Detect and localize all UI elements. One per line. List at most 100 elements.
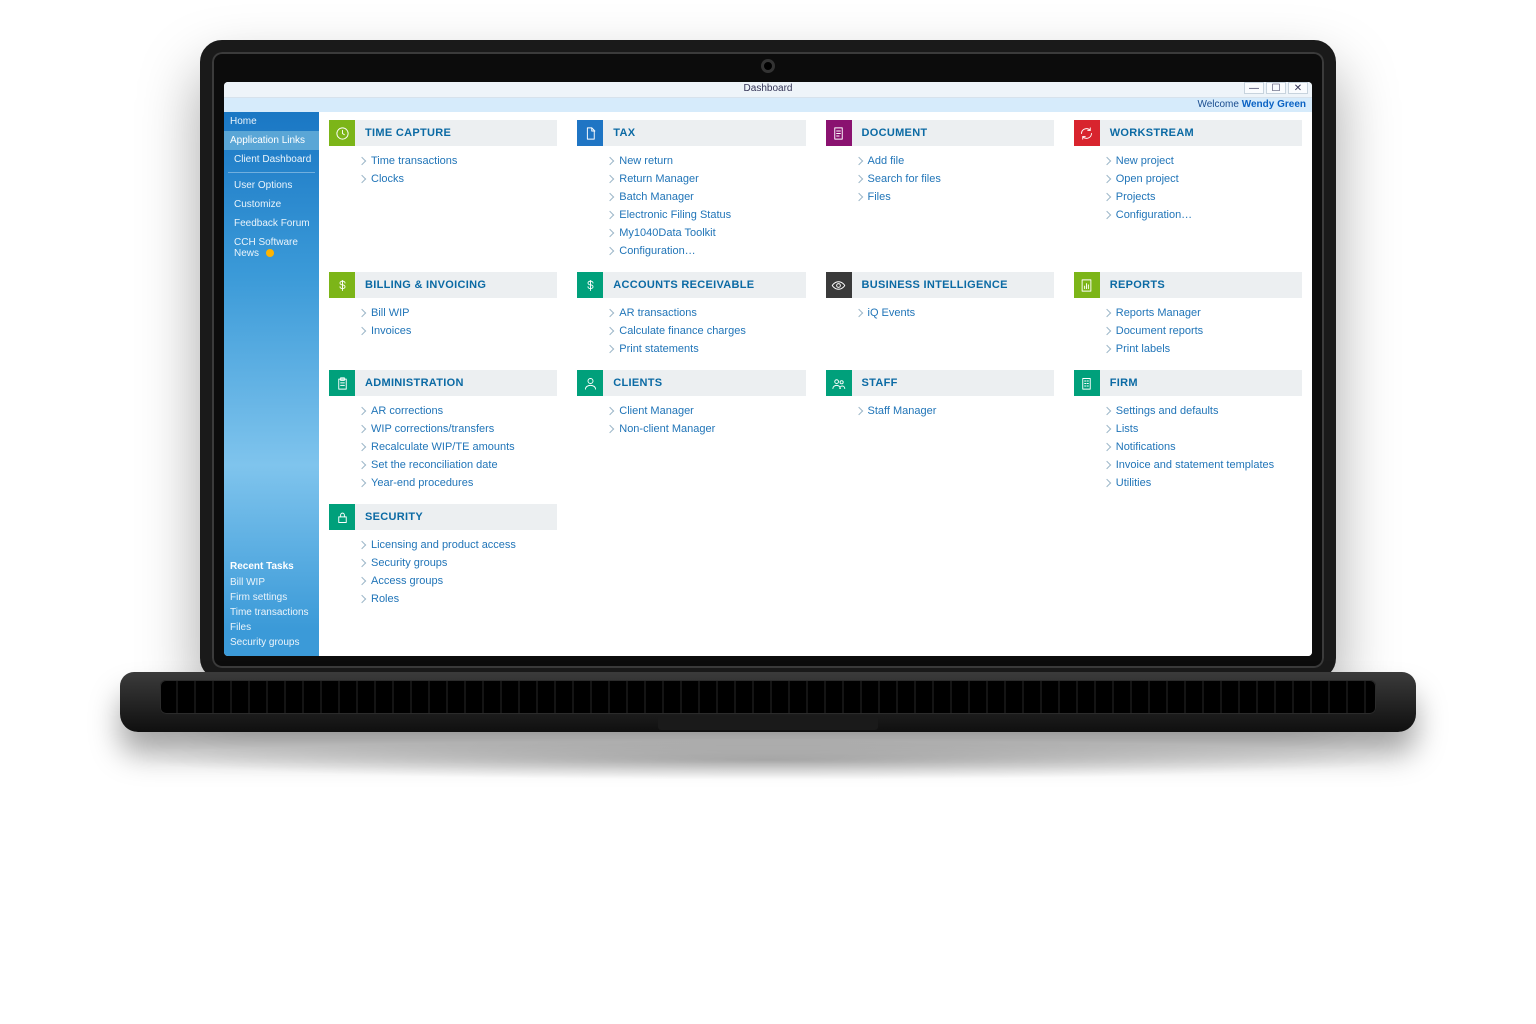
- app-screen: Dashboard — ☐ ✕ Welcome Wendy Green Home…: [224, 82, 1312, 656]
- tile-link[interactable]: Recalculate WIP/TE amounts: [359, 438, 557, 456]
- chevron-right-icon: [606, 193, 614, 201]
- chevron-right-icon: [358, 577, 366, 585]
- sidebar-item-user-options[interactable]: User Options: [224, 176, 319, 195]
- recent-task-link[interactable]: Bill WIP: [230, 575, 313, 590]
- chevron-right-icon: [606, 425, 614, 433]
- tile-link[interactable]: Roles: [359, 590, 557, 608]
- tile-link[interactable]: Time transactions: [359, 152, 557, 170]
- tile-link[interactable]: Non-client Manager: [607, 420, 805, 438]
- tile-link[interactable]: Licensing and product access: [359, 536, 557, 554]
- tile-link[interactable]: Configuration…: [1104, 206, 1302, 224]
- tile-link-label: Utilities: [1116, 477, 1151, 489]
- recent-task-link[interactable]: Security groups: [230, 635, 313, 650]
- tile-title: REPORTS: [1100, 272, 1302, 298]
- sidebar-item-home[interactable]: Home: [224, 112, 319, 131]
- tile-link[interactable]: Year-end procedures: [359, 474, 557, 492]
- chevron-right-icon: [358, 595, 366, 603]
- tile-link[interactable]: Electronic Filing Status: [607, 206, 805, 224]
- tile-link[interactable]: Return Manager: [607, 170, 805, 188]
- tile-link[interactable]: Client Manager: [607, 402, 805, 420]
- tile-link[interactable]: AR corrections: [359, 402, 557, 420]
- chevron-right-icon: [1103, 461, 1111, 469]
- tile-link[interactable]: New return: [607, 152, 805, 170]
- tile-link-label: iQ Events: [868, 307, 916, 319]
- tile-link-label: New return: [619, 155, 673, 167]
- welcome-prefix: Welcome: [1197, 99, 1241, 110]
- tile-link-label: AR corrections: [371, 405, 443, 417]
- recent-tasks-title: Recent Tasks: [230, 561, 313, 572]
- tile-link[interactable]: Settings and defaults: [1104, 402, 1302, 420]
- tile-link[interactable]: Utilities: [1104, 474, 1302, 492]
- people-icon: [826, 370, 852, 396]
- tile-link-label: Calculate finance charges: [619, 325, 746, 337]
- sidebar-item-customize[interactable]: Customize: [224, 195, 319, 214]
- tile-link[interactable]: Add file: [856, 152, 1054, 170]
- tile-ar: ACCOUNTS RECEIVABLE AR transactions Calcul…: [577, 272, 805, 358]
- tile-link[interactable]: Files: [856, 188, 1054, 206]
- tile-link[interactable]: Search for files: [856, 170, 1054, 188]
- report-icon: [1074, 272, 1100, 298]
- chevron-right-icon: [358, 479, 366, 487]
- dollar-icon: [577, 272, 603, 298]
- tile-link[interactable]: AR transactions: [607, 304, 805, 322]
- tile-link-label: My1040Data Toolkit: [619, 227, 715, 239]
- tile-link-label: Time transactions: [371, 155, 457, 167]
- recent-task-link[interactable]: Time transactions: [230, 605, 313, 620]
- chevron-right-icon: [854, 309, 862, 317]
- cycle-icon: [1074, 120, 1100, 146]
- tile-link[interactable]: Bill WIP: [359, 304, 557, 322]
- tile-link[interactable]: Reports Manager: [1104, 304, 1302, 322]
- tile-link[interactable]: Document reports: [1104, 322, 1302, 340]
- recent-task-link[interactable]: Firm settings: [230, 590, 313, 605]
- tile-workstream: WORKSTREAMNew projectOpen projectProject…: [1074, 120, 1302, 260]
- doc-icon: [826, 120, 852, 146]
- welcome-user-link[interactable]: Wendy Green: [1242, 99, 1306, 110]
- tile-link[interactable]: Notifications: [1104, 438, 1302, 456]
- tile-link-label: Set the reconciliation date: [371, 459, 498, 471]
- tile-link[interactable]: Print labels: [1104, 340, 1302, 358]
- tile-link[interactable]: My1040Data Toolkit: [607, 224, 805, 242]
- tile-link-label: Return Manager: [619, 173, 699, 185]
- tile-link-label: AR transactions: [619, 307, 697, 319]
- laptop-mock: Dashboard — ☐ ✕ Welcome Wendy Green Home…: [120, 40, 1416, 920]
- tile-title: TAX: [603, 120, 805, 146]
- tile-link[interactable]: Set the reconciliation date: [359, 456, 557, 474]
- tile-link[interactable]: Print statements: [607, 340, 805, 358]
- chevron-right-icon: [854, 193, 862, 201]
- sidebar-item-feedback-forum[interactable]: Feedback Forum: [224, 214, 319, 233]
- tile-link[interactable]: iQ Events: [856, 304, 1054, 322]
- tile-link[interactable]: Configuration…: [607, 242, 805, 260]
- tile-link[interactable]: Invoices: [359, 322, 557, 340]
- tile-link-label: Year-end procedures: [371, 477, 473, 489]
- chevron-right-icon: [358, 175, 366, 183]
- window-maximize-button[interactable]: ☐: [1266, 82, 1286, 94]
- sidebar-item-application-links[interactable]: Application Links: [224, 131, 319, 150]
- tile-link[interactable]: Lists: [1104, 420, 1302, 438]
- window-titlebar: Dashboard — ☐ ✕: [224, 82, 1312, 98]
- window-close-button[interactable]: ✕: [1288, 82, 1308, 94]
- tile-link[interactable]: Security groups: [359, 554, 557, 572]
- tile-link[interactable]: Staff Manager: [856, 402, 1054, 420]
- tile-link[interactable]: Invoice and statement templates: [1104, 456, 1302, 474]
- tile-link-label: Bill WIP: [371, 307, 410, 319]
- tile-title: ADMINISTRATION: [355, 370, 557, 396]
- tile-link[interactable]: Access groups: [359, 572, 557, 590]
- window-minimize-button[interactable]: —: [1244, 82, 1264, 94]
- tile-billing: BILLING & INVOICINGBill WIPInvoices: [329, 272, 557, 358]
- tile-link[interactable]: WIP corrections/transfers: [359, 420, 557, 438]
- tile-link-label: Search for files: [868, 173, 941, 185]
- tile-link[interactable]: New project: [1104, 152, 1302, 170]
- chevron-right-icon: [1103, 345, 1111, 353]
- recent-task-link[interactable]: Files: [230, 620, 313, 635]
- sidebar-item-cch-software-news[interactable]: CCH Software News: [224, 233, 319, 263]
- recent-tasks: Recent Tasks Bill WIP Firm settings Time…: [224, 561, 319, 656]
- tile-link[interactable]: Open project: [1104, 170, 1302, 188]
- sidebar-item-client-dashboard[interactable]: Client Dashboard: [224, 150, 319, 169]
- tile-link[interactable]: Clocks: [359, 170, 557, 188]
- tile-title: ACCOUNTS RECEIVABLE: [603, 272, 805, 298]
- tile-link[interactable]: Calculate finance charges: [607, 322, 805, 340]
- tile-link[interactable]: Batch Manager: [607, 188, 805, 206]
- tile-time-capture: TIME CAPTURETime transactionsClocks: [329, 120, 557, 260]
- tile-link-label: Batch Manager: [619, 191, 694, 203]
- tile-link[interactable]: Projects: [1104, 188, 1302, 206]
